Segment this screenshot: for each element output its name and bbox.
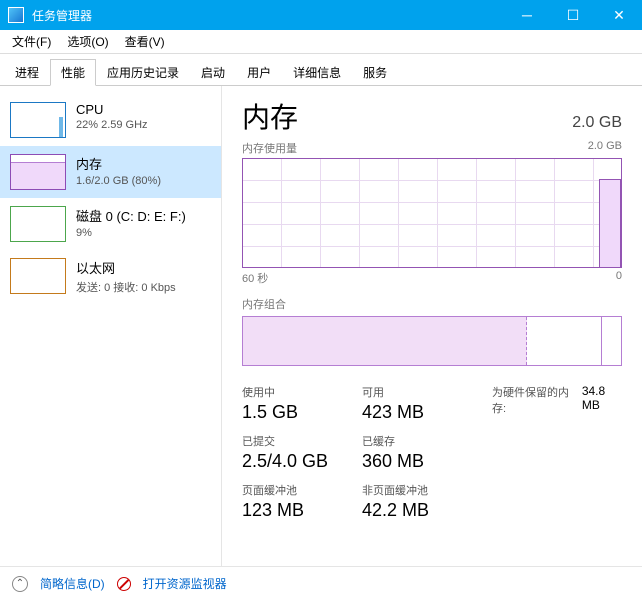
comp-in-use [243, 317, 527, 365]
footer: ⌃ 简略信息(D) 打开资源监视器 [0, 566, 642, 600]
sidebar-item-sub: 22% 2.59 GHz [76, 119, 148, 131]
paged-value: 123 MB [242, 500, 362, 521]
tab-performance[interactable]: 性能 [50, 59, 96, 86]
stat-label: 非页面缓冲池 [362, 482, 492, 498]
tab-startup[interactable]: 启动 [190, 59, 236, 86]
memory-thumbnail [10, 154, 66, 190]
window-title: 任务管理器 [32, 7, 92, 24]
app-icon [8, 7, 24, 23]
sidebar-item-label: CPU [76, 102, 148, 117]
tab-users[interactable]: 用户 [236, 59, 282, 86]
in-use-value: 1.5 GB [242, 402, 362, 423]
tab-details[interactable]: 详细信息 [282, 59, 352, 86]
sidebar: CPU 22% 2.59 GHz 内存 1.6/2.0 GB (80%) 磁盘 … [0, 86, 222, 566]
sidebar-item-sub: 1.6/2.0 GB (80%) [76, 175, 161, 187]
cached-value: 360 MB [362, 451, 492, 472]
sidebar-item-sub: 发送: 0 接收: 0 Kbps [76, 279, 176, 295]
shield-disabled-icon [117, 577, 131, 591]
sidebar-item-sub: 9% [76, 227, 186, 239]
tab-bar: 进程 性能 应用历史记录 启动 用户 详细信息 服务 [0, 54, 642, 86]
sidebar-item-ethernet[interactable]: 以太网 发送: 0 接收: 0 Kbps [0, 250, 221, 303]
sidebar-item-label: 内存 [76, 154, 161, 173]
chart-xleft: 60 秒 [242, 270, 268, 286]
sidebar-item-cpu[interactable]: CPU 22% 2.59 GHz [0, 94, 221, 146]
stats-grid: 使用中 1.5 GB 可用 423 MB 为硬件保留的内存: 34.8 MB 已… [242, 384, 622, 521]
nonpaged-value: 42.2 MB [362, 500, 492, 521]
tab-services[interactable]: 服务 [352, 59, 398, 86]
close-button[interactable]: ✕ [596, 0, 642, 30]
sidebar-item-disk[interactable]: 磁盘 0 (C: D: E: F:) 9% [0, 198, 221, 250]
composition-label: 内存组合 [242, 296, 622, 312]
chart-fill [599, 179, 621, 267]
memory-composition-chart [242, 316, 622, 366]
ethernet-thumbnail [10, 258, 66, 294]
disk-thumbnail [10, 206, 66, 242]
hw-reserved-value: 34.8 MB [582, 384, 622, 412]
detail-title: 内存 [242, 96, 298, 136]
maximize-button[interactable]: ☐ [550, 0, 596, 30]
available-value: 423 MB [362, 402, 492, 423]
menubar: 文件(F) 选项(O) 查看(V) [0, 30, 642, 54]
detail-panel: 内存 2.0 GB 内存使用量 2.0 GB 60 秒 0 内存组合 使用中 1… [222, 86, 642, 566]
stat-label: 已提交 [242, 433, 362, 449]
tab-app-history[interactable]: 应用历史记录 [96, 59, 190, 86]
minimize-button[interactable]: ─ [504, 0, 550, 30]
tab-processes[interactable]: 进程 [4, 59, 50, 86]
sidebar-item-label: 以太网 [76, 258, 176, 277]
chart-xright: 0 [616, 270, 622, 286]
menu-view[interactable]: 查看(V) [117, 30, 173, 53]
chart-label: 内存使用量 [242, 140, 297, 156]
stat-label: 可用 [362, 384, 492, 400]
stat-label: 已缓存 [362, 433, 492, 449]
chevron-up-icon[interactable]: ⌃ [12, 576, 28, 592]
memory-usage-chart [242, 158, 622, 268]
stat-label: 页面缓冲池 [242, 482, 362, 498]
stat-label: 使用中 [242, 384, 362, 400]
menu-file[interactable]: 文件(F) [4, 30, 59, 53]
menu-options[interactable]: 选项(O) [59, 30, 116, 53]
sidebar-item-memory[interactable]: 内存 1.6/2.0 GB (80%) [0, 146, 221, 198]
titlebar: 任务管理器 ─ ☐ ✕ [0, 0, 642, 30]
resource-monitor-link[interactable]: 打开资源监视器 [143, 575, 227, 592]
sidebar-item-label: 磁盘 0 (C: D: E: F:) [76, 206, 186, 225]
memory-total: 2.0 GB [572, 114, 622, 132]
committed-value: 2.5/4.0 GB [242, 451, 362, 472]
fewer-details-link[interactable]: 简略信息(D) [40, 575, 105, 592]
chart-ymax: 2.0 GB [588, 140, 622, 156]
comp-free-tail [602, 317, 621, 365]
hw-reserved-label: 为硬件保留的内存: [492, 384, 574, 416]
cpu-thumbnail [10, 102, 66, 138]
comp-standby [527, 317, 603, 365]
